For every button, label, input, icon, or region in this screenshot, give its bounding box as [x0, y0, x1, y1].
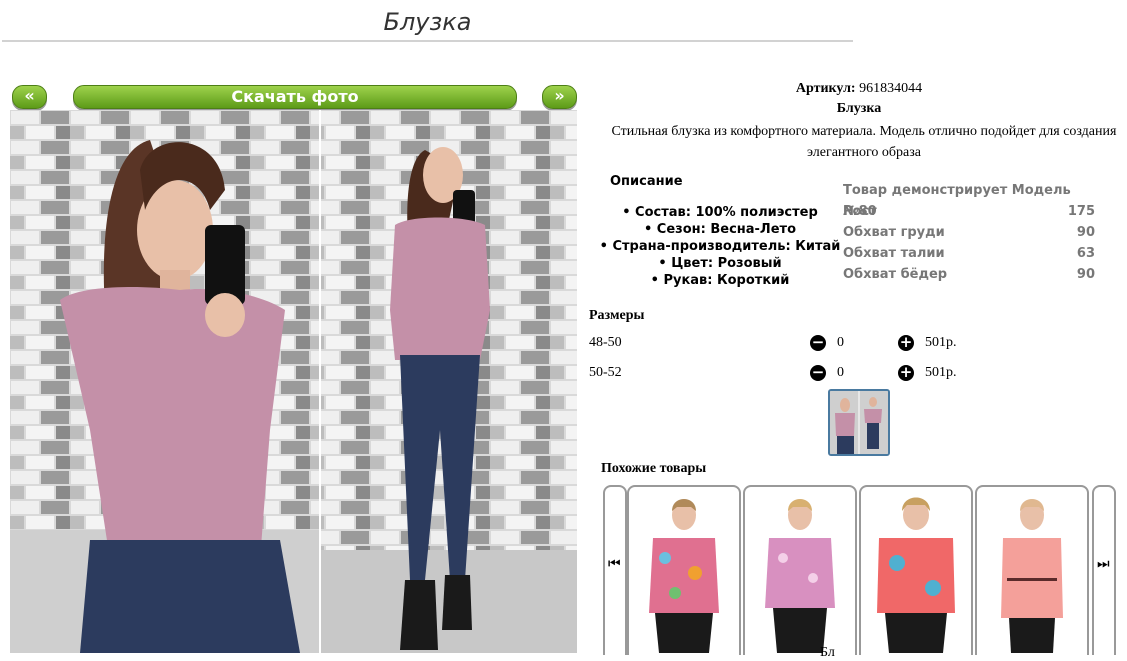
model-value: 90	[1076, 267, 1095, 282]
model-row: Обхват талии 63	[843, 243, 1095, 264]
prev-photo-button[interactable]: «	[12, 85, 47, 109]
description-item: • Рукав: Короткий	[650, 273, 790, 288]
article-label: Артикул:	[795, 81, 856, 96]
model-header: Товар демонстрирует Модель №80	[843, 180, 1095, 219]
model-header-text: Товар демонстрирует Модель №80	[843, 183, 1071, 219]
product-name: Блузка	[836, 101, 882, 116]
description-list: • Состав: 100% полиэстер • Сезон: Весна-…	[589, 204, 851, 289]
model-label: Обхват бёдер	[843, 267, 948, 282]
description-item: • Сезон: Весна-Лето	[643, 222, 797, 237]
plus-circle-icon[interactable]: +	[898, 335, 914, 351]
page-title: Блузка	[383, 8, 472, 36]
model-value: 90	[1076, 225, 1095, 240]
size-label: 48-50	[589, 335, 622, 350]
description-item: • Цвет: Розовый	[658, 256, 782, 271]
similar-title: Похожие товары	[601, 461, 707, 476]
minus-circle-icon[interactable]: −	[810, 335, 826, 351]
next-photo-button[interactable]: »	[542, 85, 577, 109]
model-row: Рост 175	[843, 201, 1095, 222]
similar-item-caption: Бл	[820, 645, 835, 660]
model-value: 175	[1067, 204, 1095, 219]
product-photo	[10, 110, 577, 653]
similar-item[interactable]	[859, 485, 973, 655]
size-price: 501р.	[925, 335, 957, 350]
size-row: 48-50 − 0 + 501р.	[589, 335, 989, 355]
similar-item[interactable]	[627, 485, 741, 655]
size-row: 50-52 − 0 + 501р.	[589, 365, 989, 385]
plus-circle-icon[interactable]: +	[898, 365, 914, 381]
model-value: 63	[1076, 246, 1095, 261]
sizes-title: Размеры	[589, 308, 645, 323]
carousel-prev-button[interactable]: ⏮	[603, 485, 627, 655]
size-label: 50-52	[589, 365, 622, 380]
model-label: Обхват талии	[843, 246, 945, 261]
description-item: • Состав: 100% полиэстер	[622, 205, 818, 220]
product-description: Стильная блузка из комфортного материала…	[611, 124, 1117, 160]
description-item: • Страна-производитель: Китай	[599, 239, 841, 254]
similar-item[interactable]	[743, 485, 857, 655]
similar-item[interactable]	[975, 485, 1089, 655]
minus-circle-icon[interactable]: −	[810, 365, 826, 381]
quantity-value: 0	[837, 365, 844, 380]
article-line: Артикул: 961834044	[589, 81, 1127, 97]
model-row: Обхват груди 90	[843, 222, 1095, 243]
size-price: 501р.	[925, 365, 957, 380]
description-title: Описание	[610, 174, 683, 189]
carousel-next-button[interactable]: ⏭	[1092, 485, 1116, 655]
model-row: Обхват бёдер 90	[843, 264, 1095, 285]
skip-next-icon: ⏭	[1097, 557, 1110, 572]
article-value: 961834044	[859, 81, 923, 96]
model-label: Рост	[843, 204, 877, 219]
skip-prev-icon: ⏮	[608, 557, 621, 572]
download-photo-button[interactable]: Скачать фото	[73, 85, 517, 109]
model-label: Обхват груди	[843, 225, 945, 240]
quantity-value: 0	[837, 335, 844, 350]
title-bar: Блузка	[2, 0, 853, 42]
photo-thumbnail[interactable]	[828, 389, 890, 456]
model-params: Товар демонстрирует Модель №80 Рост 175 …	[843, 180, 1095, 285]
